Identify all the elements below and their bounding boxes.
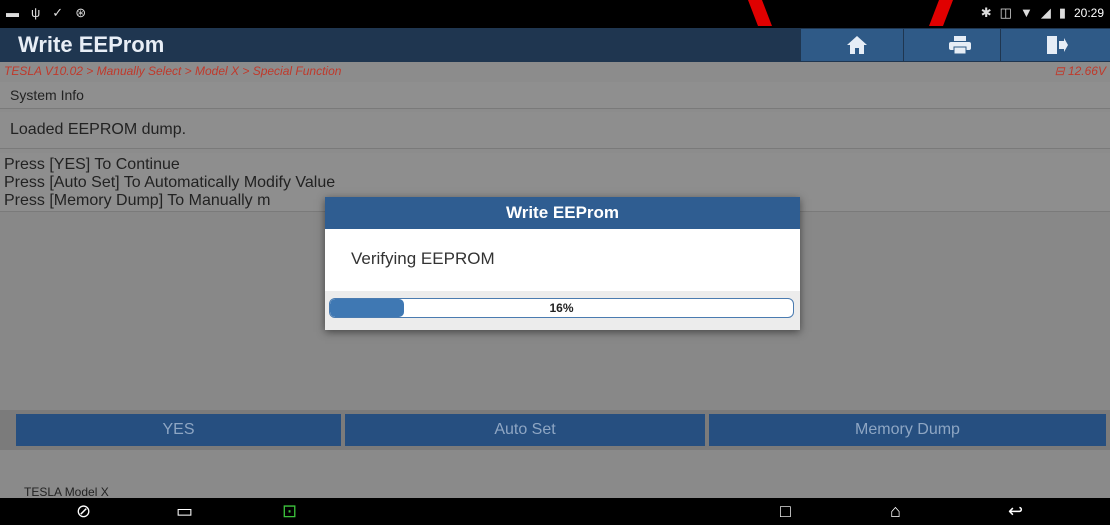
recent-apps-icon[interactable]: □ xyxy=(780,501,791,521)
image-notification-icon: ▬ xyxy=(6,5,19,20)
breadcrumb: TESLA V10.02 > Manually Select > Model X… xyxy=(0,62,1110,82)
instruction-line: Press [Auto Set] To Automatically Modify… xyxy=(4,174,336,191)
loaded-message: Loaded EEPROM dump. xyxy=(10,121,187,138)
dialog-body: Verifying EEPROM xyxy=(325,229,800,291)
dialog-footer: 16% xyxy=(325,291,800,330)
write-eeprom-dialog: Write EEProm Verifying EEPROM 16% xyxy=(325,197,800,330)
breadcrumb-path: TESLA V10.02 > Manually Select > Model X… xyxy=(4,64,342,78)
android-nav-bar: ⊘ ▭ ⊡ □ ⌂ ↩ xyxy=(0,498,1110,525)
dialog-message: Verifying EEPROM xyxy=(351,249,495,268)
print-icon xyxy=(949,36,971,55)
instruction-line: Press [YES] To Continue xyxy=(4,156,180,173)
bluetooth-icon: ✱ xyxy=(980,5,992,20)
progress-bar: 16% xyxy=(329,298,794,318)
exit-icon xyxy=(1047,36,1068,54)
browser-icon[interactable]: ⊘ xyxy=(76,501,91,521)
system-info-header: System Info xyxy=(0,82,1110,109)
system-info-label: System Info xyxy=(10,87,84,103)
memory-dump-button[interactable]: Memory Dump xyxy=(709,414,1106,446)
status-time: 20:29 xyxy=(1073,6,1104,20)
signal-icon: ◢ xyxy=(1040,5,1051,20)
red-annotation-mark xyxy=(929,0,953,26)
yes-button[interactable]: YES xyxy=(16,414,341,446)
vehicle-label: TESLA Model X xyxy=(24,485,109,499)
footer: TESLA Model X xyxy=(0,450,1110,499)
back-icon[interactable]: ↩ xyxy=(1008,501,1023,521)
battery-icon: ▮ xyxy=(1058,5,1066,20)
action-bar: YES Auto Set Memory Dump xyxy=(0,410,1110,450)
wifi-icon: ▼ xyxy=(1019,5,1033,20)
usb-icon: ψ xyxy=(31,5,41,20)
page-title: Write EEProm xyxy=(18,32,165,57)
progress-percent: 16% xyxy=(549,301,574,315)
voltage-value: 12.66V xyxy=(1067,64,1106,78)
gallery-icon[interactable]: ▭ xyxy=(176,501,193,521)
exit-button[interactable] xyxy=(1000,29,1110,61)
battery-voltage-icon: ⊟ xyxy=(1054,64,1065,78)
vci-icon[interactable]: ⊡ xyxy=(282,501,297,521)
home-icon xyxy=(847,36,867,54)
title-bar: Write EEProm xyxy=(0,28,1110,62)
home-button[interactable] xyxy=(800,29,913,61)
auto-set-button[interactable]: Auto Set xyxy=(345,414,705,446)
instruction-line: Press [Memory Dump] To Manually m xyxy=(4,192,271,209)
red-annotation-mark xyxy=(748,0,772,26)
vibrate-icon: ◫ xyxy=(999,5,1012,20)
message-row: Loaded EEPROM dump. xyxy=(0,112,1110,149)
voltage-readout: ⊟ 12.66V xyxy=(1055,64,1106,78)
lock-icon: ⊛ xyxy=(75,5,87,20)
check-icon: ✓ xyxy=(52,5,64,20)
dialog-title: Write EEProm xyxy=(325,197,800,229)
home-nav-icon[interactable]: ⌂ xyxy=(890,501,901,521)
